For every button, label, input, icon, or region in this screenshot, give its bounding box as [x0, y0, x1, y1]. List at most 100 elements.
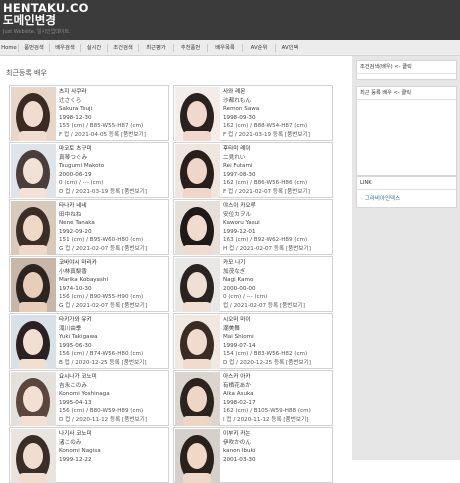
- actress-photo[interactable]: [11, 429, 56, 483]
- actress-info: 시오미 마이 潮美舞 Mai Shiomi 1999-07-14 154 (cm) / …: [223, 316, 330, 367]
- nav-actress-list[interactable]: 배우목록: [208, 40, 242, 56]
- actress-meta[interactable]: I 컵 / 2020-11-12 등록 [품번보기]: [223, 416, 330, 425]
- actress-meta[interactable]: B 컵 / 2020-12-25 등록 [품번보기]: [59, 359, 166, 368]
- link-label[interactable]: 그라비아인덱스: [365, 196, 400, 202]
- actress-photo[interactable]: [175, 87, 220, 141]
- actress-birthdate: 1995-04-13: [59, 399, 92, 406]
- nav-recommended[interactable]: 추천품번: [174, 40, 207, 56]
- actress-name-ko[interactable]: 요시나가 코노미: [59, 373, 166, 382]
- actress-name-ko[interactable]: 이부키 카논: [223, 430, 330, 439]
- actress-name-ko[interactable]: 나기사 코노미: [59, 430, 166, 439]
- actress-meta[interactable]: H 컵 / 2021-02-07 등록 [품번보기]: [223, 245, 330, 254]
- actress-name-ko[interactable]: 사와 레몬: [223, 88, 330, 97]
- nav-search-code[interactable]: 품번검색: [19, 40, 49, 56]
- actress-meta[interactable]: D 컵 / 2020-12-25 등록 [품번보기]: [223, 359, 330, 368]
- actress-birthdate: 1992-09-20: [59, 228, 92, 235]
- nav-home[interactable]: Home: [0, 40, 18, 56]
- actress-card[interactable]: 츠지 사쿠라 辻さくら Sakura Tsuji 1998-12-30 155 (cm)…: [9, 85, 169, 141]
- nav-search-actress[interactable]: 배우검색: [50, 40, 80, 56]
- actress-photo[interactable]: [11, 315, 56, 369]
- actress-meta[interactable]: D 컵 / 2021-03-19 등록 [품번보기]: [59, 188, 166, 197]
- actress-name-ko[interactable]: 츠지 사쿠라: [59, 88, 166, 97]
- actress-card[interactable]: 후타미 레이 二見れい Rei Futami 1997-08-30 162 (cm) /…: [173, 142, 333, 198]
- actress-meta[interactable]: G 컵 / 2021-02-07 등록 [품번보기]: [59, 245, 166, 254]
- nav-realtime[interactable]: 실시간: [81, 40, 107, 56]
- actress-name-ko[interactable]: 후타미 레이: [223, 145, 330, 154]
- actress-name-ko[interactable]: 시오미 마이: [223, 316, 330, 325]
- actress-meta[interactable]: [223, 473, 330, 482]
- actress-card[interactable]: 아스카 아카 有栖花あか Aika Asuka 1998-02-17 162 (cm) …: [173, 370, 333, 426]
- actress-name-en: Tsugumi Makoto: [59, 163, 105, 169]
- actress-meta[interactable]: F 컵 / 2021-03-19 등록 [품번보기]: [223, 131, 330, 140]
- actress-info: 아스카 아카 有栖花あか Aika Asuka 1998-02-17 162 (cm) …: [223, 373, 330, 424]
- actress-card[interactable]: 코바야시 마리카 小林真梨香 Marika Kobayashi 1974-10-30 1…: [9, 256, 169, 312]
- actress-meta[interactable]: G 컵 / 2021-02-07 등록 [품번보기]: [59, 302, 166, 311]
- actress-name-ko[interactable]: 카모 나기: [223, 259, 330, 268]
- actress-name-en: Marika Kobayashi: [59, 277, 108, 283]
- actress-name-ko[interactable]: 마코토 츠구미: [59, 145, 166, 154]
- sidebar: 조건검색(배우) <- 클릭 최근 등록 배우 <- 클릭 LINK · 그라비아…: [352, 56, 460, 460]
- recent-actress-link[interactable]: 최근 등록 배우 <- 클릭: [357, 87, 456, 100]
- actress-meta[interactable]: D 컵 / 2020-11-12 등록 [품번보기]: [59, 416, 166, 425]
- actress-card[interactable]: 타키가와 유키 滝川由季 Yuki Takigawa 1995-06-30 156 (c…: [9, 313, 169, 369]
- actress-card[interactable]: 시오미 마이 潮美舞 Mai Shiomi 1999-07-14 154 (cm) / …: [173, 313, 333, 369]
- actress-info: 코바야시 마리카 小林真梨香 Marika Kobayashi 1974-10-30 1…: [59, 259, 166, 310]
- actress-name-ko[interactable]: 아스카 아카: [223, 373, 330, 382]
- actress-info: 나기사 코노미 渚このみ Konomi Nagisa 1999-12-22: [59, 430, 166, 481]
- nav-av-ranking[interactable]: AV순위: [243, 40, 275, 56]
- actress-card[interactable]: 타나카 네네 田中ねね Nene Tanaka 1992-09-20 151 (cm) …: [9, 199, 169, 255]
- actress-photo[interactable]: [175, 372, 220, 426]
- actress-name-jp: 辻さくら: [59, 97, 82, 104]
- actress-name-ko[interactable]: 코바야시 마리카: [59, 259, 166, 268]
- section-title: 최근등록 배우: [6, 69, 47, 77]
- actress-name-ko[interactable]: 야스이 카오루: [223, 202, 330, 211]
- actress-name-ko[interactable]: 타키가와 유키: [59, 316, 166, 325]
- nav-av-index[interactable]: AV인덱: [276, 40, 304, 56]
- actress-photo[interactable]: [175, 429, 220, 483]
- actress-photo[interactable]: [11, 258, 56, 312]
- actress-card[interactable]: 이부키 카논 伊吹かのん kanon Ibuki 2001-03-30: [173, 427, 333, 483]
- actress-photo[interactable]: [175, 144, 220, 198]
- actress-info: 츠지 사쿠라 辻さくら Sakura Tsuji 1998-12-30 155 (cm)…: [59, 88, 166, 139]
- actress-info: 카모 나기 加茂なぎ Nagi Kamo 2000-00-00 0 (cm) / ---…: [223, 259, 330, 310]
- nav-recent-ratings[interactable]: 최근평가: [139, 40, 173, 56]
- link-panel-title: LINK: [357, 177, 456, 190]
- actress-birthdate: 2000-06-19: [59, 171, 92, 178]
- actress-card[interactable]: 사와 레몬 沙都れもん Remon Sawa 1998-09-30 162 (cm) /…: [173, 85, 333, 141]
- actress-card[interactable]: 카모 나기 加茂なぎ Nagi Kamo 2000-00-00 0 (cm) / ---…: [173, 256, 333, 312]
- actress-photo[interactable]: [11, 372, 56, 426]
- actress-info: 야스이 카오루 安位カヲル Kaworu Yasui 1999-12-01 163 (c…: [223, 202, 330, 253]
- actress-photo[interactable]: [11, 144, 56, 198]
- actress-card[interactable]: 나기사 코노미 渚このみ Konomi Nagisa 1999-12-22: [9, 427, 169, 483]
- actress-meta[interactable]: F 컵 / 2021-02-07 등록 [품번보기]: [223, 188, 330, 197]
- actress-meta[interactable]: F 컵 / 2021-04-05 등록 [품번보기]: [59, 131, 166, 140]
- actress-name-jp: 沙都れもん: [223, 97, 251, 104]
- link-panel: LINK · 그라비아인덱스: [356, 176, 457, 208]
- actress-measurements: 151 (cm) / B95-W60-H80 (cm): [59, 237, 144, 243]
- actress-card[interactable]: 요시나가 코노미 吉永このみ Konomi Yoshinaga 1995-04-13 1…: [9, 370, 169, 426]
- actress-name-en: Yuki Takigawa: [59, 334, 98, 340]
- actress-photo[interactable]: [11, 87, 56, 141]
- actress-card[interactable]: 야스이 카오루 安位カヲル Kaworu Yasui 1999-12-01 163 (c…: [173, 199, 333, 255]
- actress-photo[interactable]: [11, 201, 56, 255]
- actress-birthdate: 1998-09-30: [223, 114, 256, 121]
- actress-name-jp: 有栖花あか: [223, 382, 251, 389]
- actress-name-en: Kaworu Yasui: [223, 220, 260, 226]
- actress-card[interactable]: 마코토 츠구미 真琴つぐみ Tsugumi Makoto 2000-06-19 0 (c…: [9, 142, 169, 198]
- actress-name-jp: 加茂なぎ: [223, 268, 246, 275]
- actress-meta[interactable]: [59, 473, 166, 482]
- actress-measurements: 162 (cm) / B105-W59-H88 (cm): [223, 408, 311, 414]
- actress-info: 이부키 카논 伊吹かのん kanon Ibuki 2001-03-30: [223, 430, 330, 481]
- actress-name-jp: 吉永このみ: [59, 382, 87, 389]
- condition-search-panel[interactable]: 조건검색(배우) <- 클릭: [356, 60, 457, 80]
- actress-name-ko[interactable]: 타나카 네네: [59, 202, 166, 211]
- actress-photo[interactable]: [175, 258, 220, 312]
- nav-condition-search[interactable]: 조건검색: [108, 40, 138, 56]
- actress-meta[interactable]: 컵 / 2021-02-07 등록 [품번보기]: [223, 302, 330, 311]
- link-item[interactable]: · 그라비아인덱스: [357, 190, 456, 206]
- actress-measurements: [223, 464, 330, 473]
- actress-info: 요시나가 코노미 吉永このみ Konomi Yoshinaga 1995-04-13 1…: [59, 373, 166, 424]
- condition-search-link[interactable]: 조건검색(배우) <- 클릭: [357, 61, 456, 74]
- actress-photo[interactable]: [175, 201, 220, 255]
- actress-photo[interactable]: [175, 315, 220, 369]
